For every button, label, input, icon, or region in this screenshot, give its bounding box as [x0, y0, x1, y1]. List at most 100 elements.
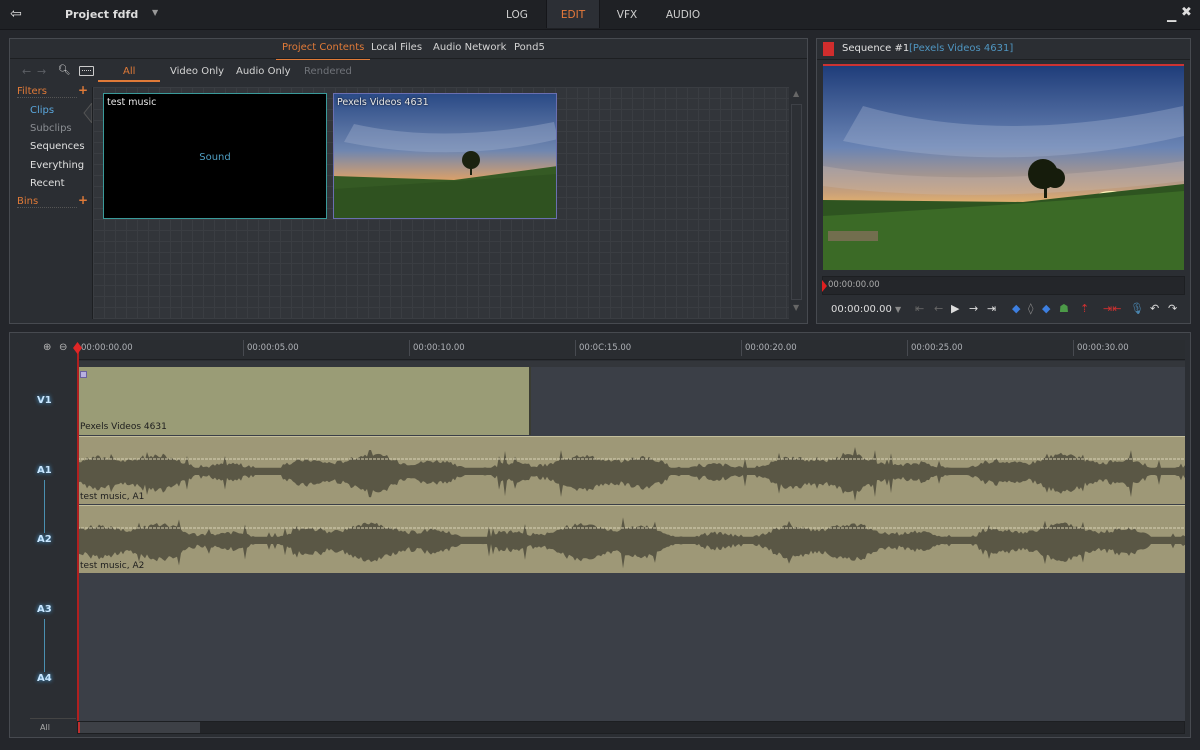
- mark-out-icon[interactable]: ◆: [1042, 302, 1050, 315]
- sequence-title: Sequence #1: [842, 43, 910, 54]
- mark-in-icon[interactable]: ◆: [1012, 302, 1020, 315]
- sequence-clip-name: [Pexels Videos 4631]: [909, 43, 1014, 54]
- close-button[interactable]: ✖: [1181, 5, 1192, 20]
- divider: [10, 58, 807, 59]
- track-area[interactable]: Pexels Videos 4631 test music, A1 test m…: [77, 367, 1185, 721]
- track-label-a2[interactable]: A2: [37, 534, 52, 545]
- scroll-down-icon[interactable]: ▼: [793, 303, 799, 312]
- track-label-a3[interactable]: A3: [37, 604, 52, 615]
- ruler-tick: [907, 340, 908, 356]
- tab-audio[interactable]: AUDIO: [655, 0, 711, 28]
- clip-name: Pexels Videos 4631: [80, 422, 167, 432]
- playhead-line[interactable]: [77, 347, 79, 723]
- sidebar-item-sequences[interactable]: Sequences: [30, 141, 85, 152]
- scrub-timecode: 00:00:00.00: [828, 280, 880, 290]
- scroll-track[interactable]: [791, 104, 802, 300]
- clip-thumbnail-pexels-videos[interactable]: Pexels Videos 4631: [333, 93, 557, 219]
- back-arrow-icon[interactable]: ←: [22, 65, 31, 78]
- video-clip[interactable]: Pexels Videos 4631: [77, 367, 531, 435]
- ruler-label: 00:00:00.00: [81, 343, 133, 353]
- vertical-scrollbar[interactable]: ▲ ▼: [789, 87, 805, 319]
- ruler-tick: [409, 340, 410, 356]
- preview-frame: [823, 66, 1184, 270]
- filter-tab-all[interactable]: All: [123, 66, 135, 77]
- selection-pointer: [83, 103, 92, 123]
- track-link: [44, 619, 45, 672]
- ruler-tick: [575, 340, 576, 356]
- add-marker-icon[interactable]: ☗: [1059, 302, 1069, 315]
- chevron-down-icon[interactable]: ▼: [895, 305, 901, 314]
- sequence-flag-icon: [823, 42, 834, 56]
- add-filter-icon[interactable]: +: [78, 83, 88, 97]
- sound-placeholder: Sound: [199, 152, 231, 163]
- sidebar-item-subclips[interactable]: Subclips: [30, 123, 72, 134]
- keyboard-icon[interactable]: [79, 66, 94, 76]
- video-thumbnail: [334, 94, 556, 218]
- redo-icon[interactable]: ↷: [1168, 302, 1177, 315]
- tab-log[interactable]: LOG: [492, 0, 542, 28]
- clip-name: test music, A1: [80, 492, 145, 502]
- ruler-label: 00:00:20.00: [745, 343, 797, 353]
- minimize-button[interactable]: ▁: [1167, 8, 1176, 22]
- zoom-out-icon[interactable]: ⊖: [59, 342, 67, 353]
- project-browser: Project Contents Local Files Audio Netwo…: [9, 38, 808, 324]
- scrub-bar[interactable]: 00:00:00.00: [822, 276, 1185, 295]
- sidebar-item-everything[interactable]: Everything: [30, 160, 84, 171]
- filters-heading: Filters: [17, 86, 77, 98]
- exit-icon[interactable]: ⇦: [10, 6, 28, 22]
- bins-heading: Bins: [17, 196, 77, 208]
- chevron-down-icon[interactable]: ▼: [152, 8, 158, 17]
- filter-tab-video-only[interactable]: Video Only: [170, 66, 224, 77]
- project-title[interactable]: Project fdfd: [65, 8, 138, 21]
- time-ruler[interactable]: 00:00:00.00 00:00:05.00 00:00:10.00 00:0…: [77, 340, 1185, 360]
- track-label-a1[interactable]: A1: [37, 465, 52, 476]
- filter-tab-audio-only[interactable]: Audio Only: [236, 66, 291, 77]
- search-icon[interactable]: 🔍︎: [58, 65, 71, 76]
- ruler-label: 00:00:10.00: [413, 343, 465, 353]
- waveform: [77, 447, 1185, 501]
- track-label-v1[interactable]: V1: [37, 395, 52, 406]
- clip-marker-icon: [80, 371, 87, 378]
- audio-clip-a1[interactable]: test music, A1: [77, 436, 1185, 504]
- divider: [30, 718, 76, 719]
- video-preview[interactable]: [823, 64, 1184, 270]
- clip-name: Pexels Videos 4631: [337, 97, 429, 108]
- microphone-icon[interactable]: 🎙︎: [1130, 302, 1144, 315]
- audio-clip-a2[interactable]: test music, A2: [77, 505, 1185, 573]
- sequence-viewer: Sequence #1 [Pexels Videos 4631] 00:00:0…: [816, 38, 1191, 324]
- go-to-end-icon[interactable]: ⇥: [987, 302, 996, 315]
- lift-icon[interactable]: ⇡: [1080, 302, 1089, 315]
- track-label-a4[interactable]: A4: [37, 673, 52, 684]
- ruler-tick: [243, 340, 244, 356]
- scroll-up-icon[interactable]: ▲: [793, 89, 799, 98]
- go-to-start-icon[interactable]: ⇤: [915, 302, 924, 315]
- zoom-in-icon[interactable]: ⊕: [43, 342, 51, 353]
- track-headers: V1 A1 A2 A3 A4 All: [10, 333, 76, 732]
- extract-icon[interactable]: ⇥⇤: [1103, 302, 1121, 315]
- ruler-label: 00:0C:15.00: [579, 343, 632, 353]
- waveform-shape: [77, 447, 1185, 501]
- forward-arrow-icon[interactable]: →: [37, 65, 46, 78]
- tab-edit[interactable]: EDIT: [546, 0, 600, 28]
- scroll-thumb[interactable]: [78, 722, 200, 733]
- clip-name: test music: [107, 97, 157, 108]
- filter-tab-rendered: Rendered: [304, 66, 352, 77]
- play-icon[interactable]: ▶: [951, 302, 959, 315]
- tab-vfx[interactable]: VFX: [605, 0, 649, 28]
- add-bin-icon[interactable]: +: [78, 193, 88, 207]
- horizontal-scrollbar[interactable]: [77, 721, 1185, 734]
- clip-thumbnail-test-music[interactable]: test music Sound: [103, 93, 327, 219]
- ruler-label: 00:00:30.00: [1077, 343, 1129, 353]
- clear-marks-icon[interactable]: ◊: [1028, 302, 1033, 315]
- scrub-playhead[interactable]: [822, 280, 827, 292]
- track-link: [44, 480, 45, 533]
- sidebar-item-recent[interactable]: Recent: [30, 178, 65, 189]
- ruler-tick: [741, 340, 742, 356]
- undo-icon[interactable]: ↶: [1150, 302, 1159, 315]
- timeline: V1 A1 A2 A3 A4 All ⊕ ⊖ 00:00:00.00 00:00…: [9, 332, 1191, 738]
- step-back-icon[interactable]: ←: [934, 302, 943, 315]
- sidebar-item-clips[interactable]: Clips: [30, 105, 54, 116]
- step-forward-icon[interactable]: →: [969, 302, 978, 315]
- timecode-display[interactable]: 00:00:00.00: [831, 304, 892, 315]
- all-tracks-button[interactable]: All: [40, 723, 50, 732]
